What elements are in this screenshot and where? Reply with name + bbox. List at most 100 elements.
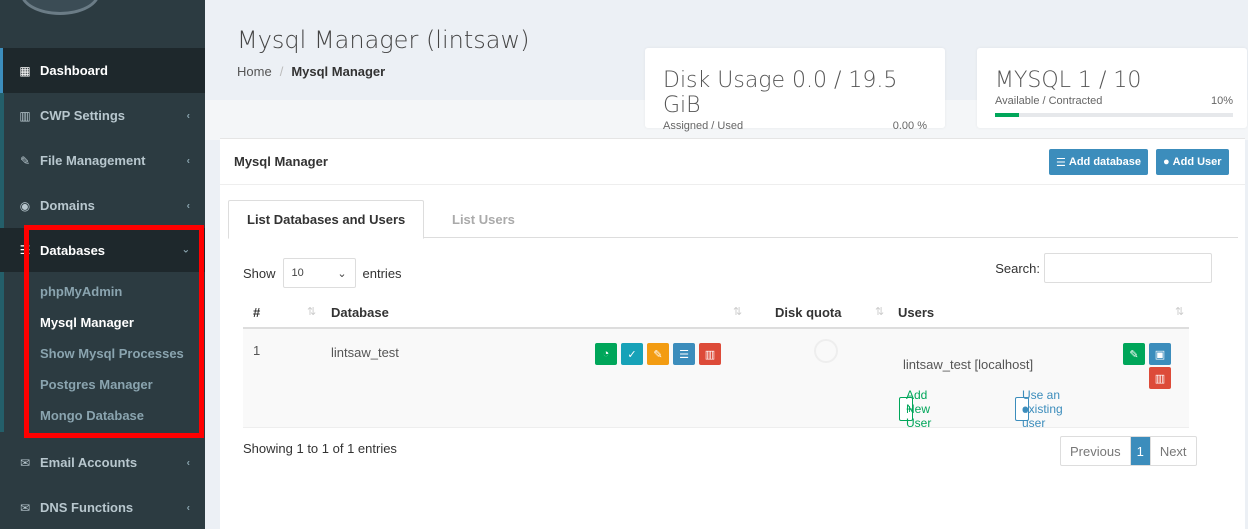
mysql-progress — [995, 113, 1233, 117]
add-user-button[interactable]: ● Add User — [1156, 149, 1229, 175]
submenu-item-mongo-database[interactable]: Mongo Database — [0, 400, 205, 431]
sort-icon: ⇅ — [733, 306, 743, 318]
sidebar-item-dns-functions[interactable]: ✉ DNS Functions ‹ — [0, 485, 205, 529]
check-icon[interactable]: ✓ — [621, 343, 643, 365]
col-database[interactable]: Database — [331, 305, 389, 320]
wrench-icon[interactable]: ✎ — [647, 343, 669, 365]
entries-value: 10 — [291, 267, 304, 279]
add-database-label: Add database — [1068, 156, 1142, 168]
next-button[interactable]: Next — [1149, 437, 1196, 465]
add-database-button[interactable]: ☰ Add database — [1049, 149, 1149, 175]
add-new-user-label: Add New User — [906, 388, 932, 430]
chevron-left-icon: ‹ — [186, 200, 190, 211]
sidebar-item-label: Email Accounts — [40, 455, 138, 470]
chevron-left-icon: ‹ — [186, 502, 190, 513]
chevron-left-icon: ‹ — [186, 110, 190, 121]
mysql-title: MYSQL 1 / 10 — [995, 68, 1142, 93]
submenu-item-label: Postgres Manager — [40, 377, 153, 392]
envelope-icon: ✉ — [19, 455, 31, 470]
breadcrumb-home[interactable]: Home — [237, 64, 272, 79]
database-icon: ☰ — [19, 243, 31, 257]
box-title: Mysql Manager — [234, 154, 328, 169]
lock-icon[interactable]: ▣ — [1149, 343, 1171, 365]
submenu-item-label: Mysql Manager — [40, 315, 134, 330]
submenu-item-phpmyadmin[interactable]: phpMyAdmin — [0, 276, 205, 307]
row-database: lintsaw_test — [331, 345, 399, 360]
use-existing-user-button[interactable]: ● Use an existing user — [1015, 388, 1063, 430]
search-label: Search: — [995, 260, 1040, 276]
bar-chart-icon: ▥ — [19, 108, 31, 123]
tab-label: List Databases and Users — [247, 212, 406, 227]
mysql-label: Available / Contracted — [995, 95, 1103, 107]
logo — [0, 0, 205, 48]
globe-icon: ◉ — [19, 198, 31, 213]
tab-list-databases-and-users[interactable]: List Databases and Users — [228, 200, 425, 239]
grid-icon: ▦ — [19, 63, 31, 78]
disk-usage-title: Disk Usage 0.0 / 19.5 GiB — [663, 68, 898, 118]
breadcrumb-current: Mysql Manager — [291, 64, 386, 79]
submenu-item-label: Show Mysql Processes — [40, 346, 184, 361]
sidebar-item-file-management[interactable]: ✎ File Management ‹ — [0, 138, 205, 183]
chevron-down-icon: ⌄ — [337, 267, 347, 280]
database-icon: ☰ — [1056, 156, 1066, 169]
trash-icon[interactable]: ▥ — [1149, 367, 1171, 389]
sidebar-item-label: File Management — [40, 153, 146, 168]
edit-icon[interactable]: ✎ — [1123, 343, 1145, 365]
tab-label: List Users — [452, 211, 515, 227]
sort-icon: ⇅ — [875, 306, 885, 318]
entries-select[interactable]: 10 ⌄ — [282, 258, 356, 288]
table-header: # ⇅ Database ⇅ Disk quota ⇅ Users ⇅ — [243, 296, 1189, 329]
dashboard-icon[interactable]: ◔ — [595, 343, 617, 365]
edit-icon: ✎ — [19, 153, 31, 168]
entries-length-control: Show 10 ⌄ entries — [243, 258, 402, 288]
submenu-item-postgres-manager[interactable]: Postgres Manager — [0, 369, 205, 400]
box-header: Mysql Manager ☰ Add database ● Add User — [220, 139, 1245, 185]
col-users[interactable]: Users — [898, 305, 934, 320]
previous-button[interactable]: Previous — [1061, 437, 1131, 465]
sidebar-item-label: CWP Settings — [40, 108, 125, 123]
add-user-label: Add User — [1172, 156, 1222, 168]
sidebar-item-cwp-settings[interactable]: ▥ CWP Settings ‹ — [0, 93, 205, 138]
disk-quota-indicator — [814, 339, 838, 363]
sidebar-item-label: Domains — [40, 198, 95, 213]
show-label: Show — [243, 265, 276, 281]
sort-asc-icon: ⇅ — [307, 306, 317, 318]
page-title: Mysql Manager (lintsaw) — [237, 26, 530, 54]
sidebar-item-domains[interactable]: ◉ Domains ‹ — [0, 183, 205, 228]
chevron-left-icon: ‹ — [186, 457, 190, 468]
use-existing-user-label: Use an existing user — [1022, 388, 1063, 430]
submenu-item-mysql-manager[interactable]: Mysql Manager — [0, 307, 205, 338]
database-icon[interactable]: ☰ — [673, 343, 695, 365]
disk-usage-card: Disk Usage 0.0 / 19.5 GiB Assigned / Use… — [645, 48, 945, 142]
tab-list-users[interactable]: List Users — [434, 200, 533, 238]
sidebar-item-databases[interactable]: ☰ Databases ⌄ — [0, 228, 205, 272]
breadcrumb: Home / Mysql Manager — [237, 64, 385, 79]
sidebar-item-dashboard[interactable]: ▦ Dashboard — [0, 48, 205, 93]
chevron-down-icon: ⌄ — [181, 244, 190, 256]
breadcrumb-separator: / — [279, 64, 284, 79]
sidebar: ▦ Dashboard ▥ CWP Settings ‹ ✎ File Mana… — [0, 0, 205, 529]
envelope-icon: ✉ — [19, 500, 31, 515]
databases-submenu: phpMyAdmin Mysql Manager Show Mysql Proc… — [0, 272, 205, 437]
trash-icon[interactable]: ▥ — [699, 343, 721, 365]
row-user: lintsaw_test [localhost] — [903, 357, 1034, 372]
table-row: 1 lintsaw_test ◔ ✓ ✎ ☰ ▥ lintsaw_test [l… — [243, 329, 1189, 430]
disk-usage-percent: 0.00 % — [892, 120, 927, 132]
disk-usage-label: Assigned / Used — [663, 120, 744, 132]
chevron-left-icon: ‹ — [186, 155, 190, 166]
sidebar-item-label: DNS Functions — [40, 500, 134, 515]
submenu-item-label: phpMyAdmin — [40, 284, 123, 299]
mysql-manager-box: Mysql Manager ☰ Add database ● Add User Li… — [220, 138, 1245, 529]
entries-label: entries — [362, 265, 402, 281]
content-area: Mysql Manager (lintsaw) Home / Mysql Manag… — [205, 0, 1248, 529]
search-input[interactable] — [1044, 253, 1212, 283]
databases-table: # ⇅ Database ⇅ Disk quota ⇅ Users ⇅ 1 li… — [243, 296, 1189, 430]
sidebar-item-email-accounts[interactable]: ✉ Email Accounts ‹ — [0, 440, 205, 485]
submenu-item-show-mysql-processes[interactable]: Show Mysql Processes — [0, 338, 205, 369]
mysql-card: MYSQL 1 / 10 Available / Contracted 10% — [977, 48, 1247, 128]
add-new-user-button[interactable]: + Add New User — [899, 388, 931, 430]
page-1-button[interactable]: 1 — [1130, 437, 1150, 465]
user-icon: ● — [1163, 156, 1170, 168]
col-disk-quota[interactable]: Disk quota — [775, 305, 841, 320]
col-number[interactable]: # — [253, 305, 260, 320]
